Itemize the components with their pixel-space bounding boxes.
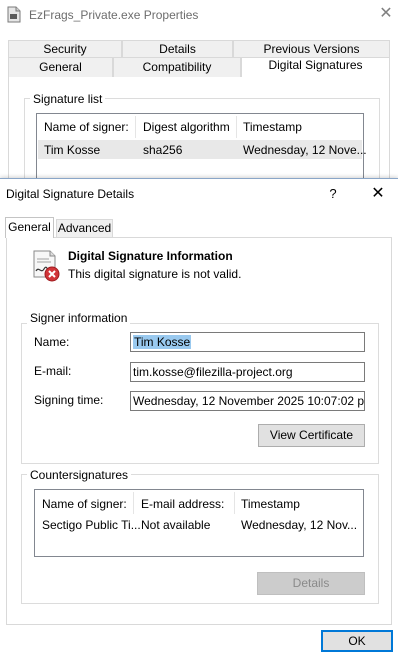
tab-compatibility[interactable]: Compatibility bbox=[113, 57, 241, 77]
dialog-close-button[interactable]: ✕ bbox=[366, 183, 390, 205]
name-label: Name: bbox=[34, 335, 70, 349]
signer-information-label: Signer information bbox=[27, 311, 131, 325]
tab-details[interactable]: Details bbox=[122, 40, 233, 57]
dialog-title: Digital Signature Details bbox=[6, 187, 135, 201]
signer-name-cell: Tim Kosse bbox=[44, 143, 101, 157]
column-divider bbox=[133, 492, 134, 514]
tab-advanced[interactable]: Advanced bbox=[56, 219, 113, 237]
signature-list-label: Signature list bbox=[30, 92, 106, 106]
name-value: Tim Kosse bbox=[133, 335, 192, 349]
column-header-digest-algorithm[interactable]: Digest algorithm bbox=[143, 120, 230, 134]
signature-list[interactable]: Name of signer: Digest algorithm Timesta… bbox=[36, 113, 367, 181]
email-value: tim.kosse@filezilla-project.org bbox=[133, 365, 293, 379]
email-field[interactable]: tim.kosse@filezilla-project.org bbox=[130, 362, 365, 382]
column-header-name-of-signer[interactable]: Name of signer: bbox=[42, 497, 127, 511]
countersigner-name-cell[interactable]: Sectigo Public Ti... bbox=[42, 518, 141, 532]
view-certificate-button[interactable]: View Certificate bbox=[258, 424, 365, 447]
column-divider bbox=[236, 116, 237, 138]
info-title: Digital Signature Information bbox=[68, 249, 233, 263]
name-field[interactable]: Tim Kosse bbox=[130, 332, 365, 352]
tab-previous-versions[interactable]: Previous Versions bbox=[233, 40, 390, 57]
column-header-timestamp[interactable]: Timestamp bbox=[243, 120, 302, 134]
properties-title-bar: EzFrags_Private.exe Properties ✕ bbox=[0, 0, 398, 30]
properties-tab-row-bottom: General Compatibility Digital Signatures bbox=[8, 57, 390, 77]
tab-general[interactable]: General bbox=[8, 57, 113, 77]
signing-time-label: Signing time: bbox=[34, 393, 104, 407]
tab-digital-signatures[interactable]: Digital Signatures bbox=[241, 57, 390, 77]
help-button[interactable]: ? bbox=[322, 183, 344, 205]
email-label: E-mail: bbox=[34, 364, 72, 378]
countersigner-timestamp-cell[interactable]: Wednesday, 12 Nov... bbox=[241, 518, 357, 532]
ok-button[interactable]: OK bbox=[321, 630, 393, 652]
timestamp-cell: Wednesday, 12 Nove... bbox=[243, 143, 367, 157]
countersigner-email-cell[interactable]: Not available bbox=[141, 518, 210, 532]
certificate-invalid-icon bbox=[32, 249, 62, 283]
column-header-name-of-signer[interactable]: Name of signer: bbox=[44, 120, 129, 134]
properties-tab-row-top: Security Details Previous Versions bbox=[8, 40, 390, 57]
exe-file-icon bbox=[7, 6, 21, 23]
properties-close-button[interactable]: ✕ bbox=[376, 3, 396, 25]
tab-general-dialog[interactable]: General bbox=[5, 217, 54, 238]
properties-window-title: EzFrags_Private.exe Properties bbox=[29, 8, 199, 22]
signing-time-value: Wednesday, 12 November 2025 10:07:02 pm bbox=[133, 394, 365, 408]
countersignatures-label: Countersignatures bbox=[27, 468, 132, 482]
column-divider bbox=[234, 492, 235, 514]
signing-time-field[interactable]: Wednesday, 12 November 2025 10:07:02 pm bbox=[130, 391, 365, 411]
column-header-email-address[interactable]: E-mail address: bbox=[141, 497, 224, 511]
details-button[interactable]: Details bbox=[257, 572, 365, 595]
signature-status: This digital signature is not valid. bbox=[68, 267, 242, 281]
digest-cell: sha256 bbox=[143, 143, 183, 157]
tab-security[interactable]: Security bbox=[8, 40, 122, 57]
column-header-timestamp[interactable]: Timestamp bbox=[241, 497, 300, 511]
digital-signature-details-dialog: Digital Signature Details ? ✕ General Ad… bbox=[0, 178, 398, 658]
countersignature-list[interactable]: Name of signer: E-mail address: Timestam… bbox=[34, 489, 364, 557]
column-divider bbox=[135, 116, 136, 138]
